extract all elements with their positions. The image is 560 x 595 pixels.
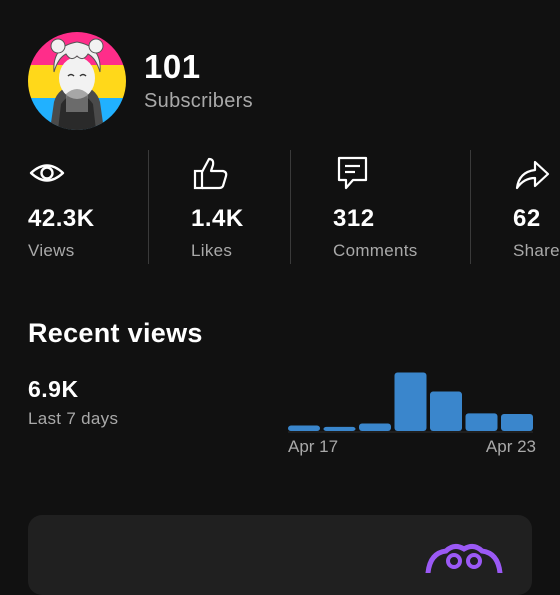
- thumbs-up-icon: [193, 157, 228, 190]
- bar-chart: Apr 17 Apr 23: [288, 372, 536, 456]
- chart-bar-apr-21: [430, 391, 462, 431]
- subscriber-count: 101: [144, 48, 201, 85]
- stat-label: Views: [28, 241, 75, 260]
- eye-icon: [29, 164, 65, 182]
- stat-value: 312: [333, 205, 375, 232]
- x-tick-label: Apr 23: [486, 437, 536, 456]
- stat-divider: [148, 150, 149, 264]
- comment-icon: [337, 156, 368, 190]
- stat-label: Likes: [191, 241, 233, 260]
- stat-value: 62: [513, 205, 541, 232]
- stat-divider: [290, 150, 291, 264]
- subscriber-label: Subscribers: [144, 90, 253, 112]
- chart-bar-apr-17: [288, 425, 320, 431]
- promo-illustration: [425, 543, 503, 573]
- share-icon: [515, 160, 550, 190]
- stat-label: Share: [513, 241, 560, 260]
- chart-bar-apr-23: [501, 414, 533, 431]
- recent-views-period: Last 7 days: [28, 409, 119, 428]
- promo-card[interactable]: [28, 515, 532, 595]
- x-tick-label: Apr 17: [288, 437, 338, 456]
- stat-divider: [470, 150, 471, 264]
- stat-label: Comments: [333, 241, 418, 260]
- recent-views-value: 6.9K: [28, 376, 79, 402]
- chart-bar-apr-22: [465, 413, 498, 431]
- stat-value: 1.4K: [191, 205, 244, 232]
- profile-avatar[interactable]: [28, 32, 126, 130]
- chart-bar-apr-19: [359, 423, 391, 431]
- recent-views-title: Recent views: [28, 318, 203, 348]
- recent-views-chart[interactable]: Apr 17 Apr 23: [285, 366, 560, 466]
- stats-row: 42.3K Views 1.4K Likes 312 Comments 62 S…: [0, 150, 560, 264]
- stat-value: 42.3K: [28, 205, 95, 232]
- chart-bar-apr-20: [394, 372, 427, 431]
- chart-bar-apr-18: [323, 426, 356, 431]
